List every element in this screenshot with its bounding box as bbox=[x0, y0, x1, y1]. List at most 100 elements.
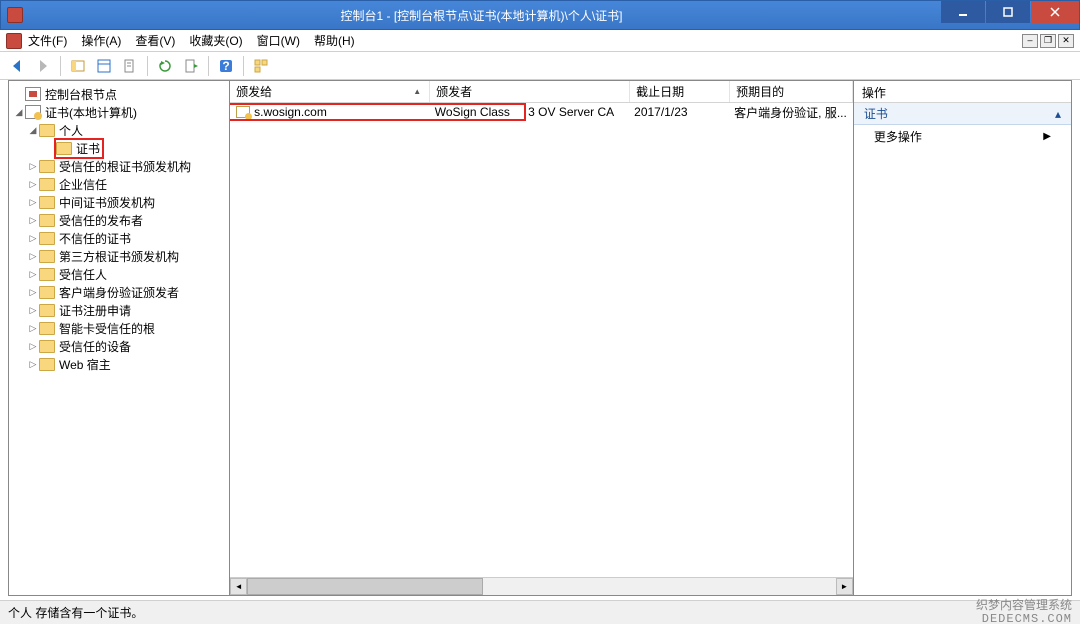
maximize-button[interactable] bbox=[986, 1, 1030, 23]
back-button[interactable] bbox=[6, 55, 28, 77]
expand-icon[interactable]: ▷ bbox=[27, 197, 39, 208]
refresh-button[interactable] bbox=[154, 55, 176, 77]
minimize-button[interactable] bbox=[941, 1, 985, 23]
chevron-right-icon: ▶ bbox=[1043, 131, 1051, 142]
toolbar: ? bbox=[0, 52, 1080, 80]
tree-item[interactable]: ▷ 中间证书颁发机构 bbox=[13, 193, 229, 211]
window-title: 控制台1 - [控制台根节点\证书(本地计算机)\个人\证书] bbox=[23, 7, 940, 24]
tree-personal[interactable]: ◢ 个人 bbox=[13, 121, 229, 139]
svg-text:?: ? bbox=[222, 59, 229, 73]
export-list-button[interactable] bbox=[119, 55, 141, 77]
folder-icon bbox=[39, 178, 55, 191]
collapse-icon[interactable]: ◢ bbox=[27, 125, 39, 136]
scrollbar-track[interactable] bbox=[247, 578, 836, 595]
column-issued-to[interactable]: 颁发给 ▲ bbox=[230, 81, 430, 102]
tree-item[interactable]: ▷ 受信任的根证书颁发机构 bbox=[13, 157, 229, 175]
horizontal-scrollbar[interactable]: ◄ ► bbox=[230, 577, 853, 595]
expand-icon[interactable]: ▷ bbox=[27, 287, 39, 298]
tree-label: 受信任的根证书颁发机构 bbox=[59, 158, 191, 175]
show-hide-tree-button[interactable] bbox=[67, 55, 89, 77]
action-more[interactable]: 更多操作 ▶ bbox=[854, 125, 1071, 147]
tree-label: 控制台根节点 bbox=[45, 86, 117, 103]
menu-action[interactable]: 操作(A) bbox=[81, 32, 121, 49]
folder-icon bbox=[39, 358, 55, 371]
close-button[interactable] bbox=[1031, 1, 1079, 23]
tree-item[interactable]: ▷受信任的设备 bbox=[13, 337, 229, 355]
expand-icon[interactable]: ▷ bbox=[27, 215, 39, 226]
action-title[interactable]: 证书 ▴ bbox=[854, 103, 1071, 125]
expand-icon[interactable]: ▷ bbox=[27, 341, 39, 352]
list-header: 颁发给 ▲ 颁发者 截止日期 预期目的 bbox=[230, 81, 853, 103]
tree-label: 中间证书颁发机构 bbox=[59, 194, 155, 211]
column-purpose[interactable]: 预期目的 bbox=[730, 81, 853, 102]
column-label: 颁发者 bbox=[436, 83, 472, 100]
statusbar: 个人 存储含有一个证书。 织梦内容管理系统 DEDECMS.COM bbox=[0, 600, 1080, 624]
expand-icon[interactable]: ▷ bbox=[27, 323, 39, 334]
scroll-right-button[interactable]: ► bbox=[836, 578, 853, 595]
tree-item[interactable]: ▷不信任的证书 bbox=[13, 229, 229, 247]
column-label: 预期目的 bbox=[736, 83, 784, 100]
toolbar-separator bbox=[147, 56, 148, 76]
toolbar-separator bbox=[243, 56, 244, 76]
menu-view[interactable]: 查看(V) bbox=[135, 32, 175, 49]
toolbar-separator bbox=[60, 56, 61, 76]
mdi-restore-button[interactable]: ❐ bbox=[1040, 34, 1056, 48]
expand-icon[interactable]: ▷ bbox=[27, 161, 39, 172]
expand-icon[interactable]: ▷ bbox=[27, 359, 39, 370]
expand-icon[interactable]: ▷ bbox=[27, 251, 39, 262]
folder-icon bbox=[39, 160, 55, 173]
action-header-label: 操作 bbox=[862, 86, 886, 100]
tree-cert-store[interactable]: ◢ 证书(本地计算机) bbox=[13, 103, 229, 121]
column-issued-by[interactable]: 颁发者 bbox=[430, 81, 630, 102]
cell-issued-by-rest: 3 OV Server CA bbox=[526, 105, 628, 119]
tree-item[interactable]: ▷客户端身份验证颁发者 bbox=[13, 283, 229, 301]
mdi-minimize-button[interactable]: – bbox=[1022, 34, 1038, 48]
tree-label: 第三方根证书颁发机构 bbox=[59, 248, 179, 265]
menu-window[interactable]: 窗口(W) bbox=[257, 32, 300, 49]
folder-icon bbox=[39, 286, 55, 299]
properties-button[interactable] bbox=[93, 55, 115, 77]
tree-certificates[interactable]: 证书 bbox=[13, 139, 229, 157]
console-root-icon bbox=[25, 87, 41, 101]
expand-icon[interactable]: ▷ bbox=[27, 179, 39, 190]
menu-favorites[interactable]: 收藏夹(O) bbox=[189, 32, 242, 49]
tree-label: 证书 bbox=[76, 140, 100, 157]
forward-button[interactable] bbox=[32, 55, 54, 77]
cell-purpose: 客户端身份验证, 服... bbox=[728, 104, 853, 121]
tree-item[interactable]: ▷ 第三方根证书颁发机构 bbox=[13, 247, 229, 265]
menu-file[interactable]: 文件(F) bbox=[28, 32, 67, 49]
scroll-left-button[interactable]: ◄ bbox=[230, 578, 247, 595]
expand-icon[interactable]: ▷ bbox=[27, 233, 39, 244]
tree-item[interactable]: ▷受信任人 bbox=[13, 265, 229, 283]
menu-help[interactable]: 帮助(H) bbox=[314, 32, 355, 49]
scrollbar-thumb[interactable] bbox=[247, 578, 482, 595]
tree-item[interactable]: ▷企业信任 bbox=[13, 175, 229, 193]
list-body[interactable]: s.wosign.com WoSign Class 3 OV Server CA… bbox=[230, 103, 853, 577]
tree-label: 证书注册申请 bbox=[59, 302, 131, 319]
cell-expiry: 2017/1/23 bbox=[628, 105, 728, 119]
mdi-window-controls: – ❐ ✕ bbox=[1022, 34, 1074, 48]
view-options-button[interactable] bbox=[250, 55, 272, 77]
export-button[interactable] bbox=[180, 55, 202, 77]
collapse-icon[interactable]: ▴ bbox=[1055, 107, 1061, 121]
collapse-icon[interactable]: ◢ bbox=[13, 107, 25, 118]
mdi-close-button[interactable]: ✕ bbox=[1058, 34, 1074, 48]
tree-item[interactable]: ▷受信任的发布者 bbox=[13, 211, 229, 229]
column-label: 截止日期 bbox=[636, 83, 684, 100]
tree-item[interactable]: ▷ 智能卡受信任的根 bbox=[13, 319, 229, 337]
tree-item[interactable]: ▷ 证书注册申请 bbox=[13, 301, 229, 319]
main-area: 控制台根节点 ◢ 证书(本地计算机) ◢ 个人 证书 ▷受信任的根证书颁发机构 … bbox=[8, 80, 1072, 596]
folder-icon bbox=[39, 250, 55, 263]
tree-pane[interactable]: 控制台根节点 ◢ 证书(本地计算机) ◢ 个人 证书 ▷受信任的根证书颁发机构 … bbox=[9, 81, 230, 595]
expand-icon[interactable]: ▷ bbox=[27, 269, 39, 280]
column-expiry[interactable]: 截止日期 bbox=[630, 81, 730, 102]
folder-icon bbox=[39, 304, 55, 317]
list-row[interactable]: s.wosign.com WoSign Class 3 OV Server CA… bbox=[230, 103, 853, 121]
help-button[interactable]: ? bbox=[215, 55, 237, 77]
expand-icon[interactable]: ▷ bbox=[27, 305, 39, 316]
tree-label: 智能卡受信任的根 bbox=[59, 320, 155, 337]
tree-root[interactable]: 控制台根节点 bbox=[13, 85, 229, 103]
tree-label: 证书(本地计算机) bbox=[45, 104, 137, 121]
tree-item[interactable]: ▷Web 宿主 bbox=[13, 355, 229, 373]
cert-store-icon bbox=[25, 105, 41, 119]
